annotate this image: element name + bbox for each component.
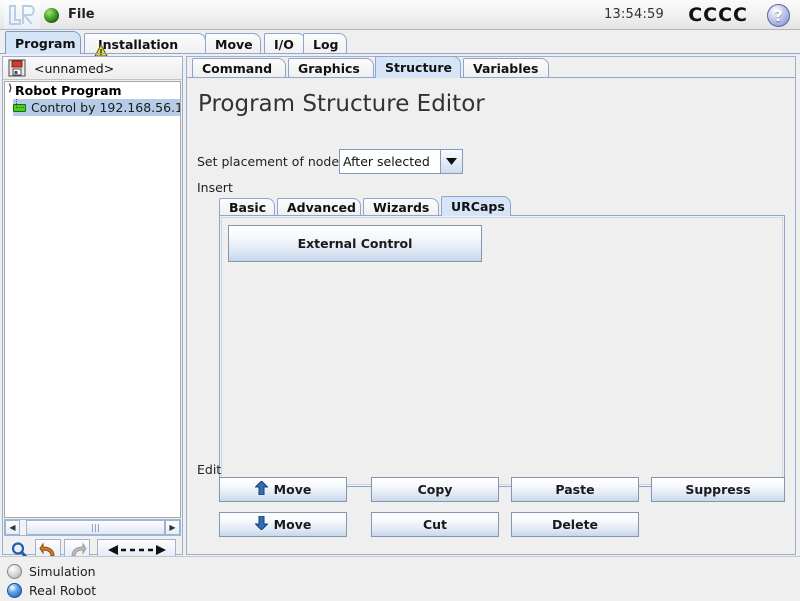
tree-node-robot-program[interactable]: ⟩ Robot Program bbox=[5, 82, 180, 99]
tab-command-label: Command bbox=[202, 61, 273, 76]
copy-label: Copy bbox=[417, 482, 453, 497]
tree-horizontal-scrollbar[interactable]: ◀ ▶ bbox=[4, 519, 181, 536]
scroll-left-icon[interactable]: ◀ bbox=[5, 520, 20, 535]
page-title: Program Structure Editor bbox=[198, 91, 485, 117]
real-robot-label: Real Robot bbox=[29, 583, 97, 598]
tab-log[interactable]: Log bbox=[303, 33, 347, 54]
tab-basic-label: Basic bbox=[229, 200, 267, 215]
real-robot-radio-dot[interactable] bbox=[7, 583, 22, 598]
placement-label: Set placement of node bbox=[197, 154, 340, 169]
simulation-label: Simulation bbox=[29, 564, 96, 579]
tab-variables-label: Variables bbox=[473, 61, 539, 76]
scroll-track[interactable] bbox=[20, 520, 165, 535]
tab-wizards-label: Wizards bbox=[373, 200, 430, 215]
move-down-button[interactable]: Move bbox=[219, 512, 347, 537]
copy-button[interactable]: Copy bbox=[371, 477, 499, 502]
ur-logo-icon bbox=[4, 1, 40, 29]
tab-move[interactable]: Move bbox=[205, 33, 261, 54]
tree-node-control-by[interactable]: Control by 192.168.56.1 bbox=[5, 99, 180, 116]
tab-graphics[interactable]: Graphics bbox=[288, 58, 374, 78]
paste-label: Paste bbox=[555, 482, 595, 497]
edit-label: Edit bbox=[197, 462, 222, 477]
bottom-bar: Simulation Real Robot bbox=[0, 557, 800, 601]
tab-installation-label: Installation bbox=[98, 36, 179, 52]
placement-dropdown[interactable]: After selected bbox=[339, 149, 464, 174]
cut-label: Cut bbox=[422, 517, 448, 532]
tab-io[interactable]: I/O bbox=[264, 33, 306, 54]
arrow-down-icon bbox=[253, 515, 269, 533]
delete-label: Delete bbox=[551, 517, 599, 532]
tab-structure-label: Structure bbox=[385, 60, 452, 75]
tab-io-label: I/O bbox=[274, 36, 294, 52]
simulation-radio-dot[interactable] bbox=[7, 564, 22, 579]
suppress-label: Suppress bbox=[685, 482, 751, 497]
move-up-label: Move bbox=[273, 482, 312, 497]
title-bar: File 13:54:59 CCCC ? bbox=[0, 0, 800, 30]
program-file-name: <unnamed> bbox=[34, 60, 115, 76]
polyscope-window: File 13:54:59 CCCC ? Program Installatio… bbox=[0, 0, 800, 601]
insert-label: Insert bbox=[197, 180, 233, 195]
tab-log-label: Log bbox=[313, 36, 339, 52]
tab-installation[interactable]: Installation bbox=[84, 33, 206, 57]
tab-program-label: Program bbox=[15, 35, 76, 51]
external-control-label: External Control bbox=[297, 236, 413, 251]
tab-advanced[interactable]: Advanced bbox=[277, 198, 361, 216]
move-up-button[interactable]: Move bbox=[219, 477, 347, 502]
brand-label: CCCC bbox=[688, 4, 748, 26]
tab-graphics-label: Graphics bbox=[298, 61, 360, 76]
save-icon[interactable] bbox=[8, 59, 26, 77]
tree-node-label: Robot Program bbox=[15, 83, 122, 98]
cut-button[interactable]: Cut bbox=[371, 512, 499, 537]
tab-urcaps-label: URCaps bbox=[451, 199, 505, 214]
tab-move-label: Move bbox=[215, 36, 253, 52]
suppress-button[interactable]: Suppress bbox=[651, 477, 785, 502]
content-panel: Command Graphics Structure Variables Pro… bbox=[186, 56, 796, 555]
tab-variables[interactable]: Variables bbox=[463, 58, 549, 78]
tab-wizards[interactable]: Wizards bbox=[363, 198, 439, 216]
chevron-down-icon[interactable] bbox=[440, 150, 463, 173]
file-menu-button[interactable]: File bbox=[64, 6, 99, 24]
tab-command[interactable]: Command bbox=[192, 58, 286, 78]
placement-row: Set placement of node After selected bbox=[197, 149, 464, 174]
arrow-up-icon bbox=[253, 480, 269, 498]
tab-basic[interactable]: Basic bbox=[219, 198, 275, 216]
program-tree-panel: <unnamed> ⟩ Robot Program Control by 192… bbox=[2, 56, 183, 561]
insert-panel: External Control bbox=[219, 215, 785, 487]
scroll-right-icon[interactable]: ▶ bbox=[165, 520, 180, 535]
tree-expander-icon[interactable]: ⟩ bbox=[8, 83, 13, 94]
placement-value: After selected bbox=[343, 154, 430, 169]
move-down-label: Move bbox=[273, 517, 312, 532]
paste-button[interactable]: Paste bbox=[511, 477, 639, 502]
help-button[interactable]: ? bbox=[767, 4, 790, 27]
file-header: <unnamed> bbox=[3, 57, 182, 80]
content-tab-bar: Command Graphics Structure Variables bbox=[187, 56, 795, 78]
scroll-thumb[interactable] bbox=[26, 520, 165, 535]
tab-program[interactable]: Program bbox=[5, 31, 81, 54]
tab-structure[interactable]: Structure bbox=[375, 56, 461, 78]
clock: 13:54:59 bbox=[604, 7, 664, 22]
external-control-button[interactable]: External Control bbox=[228, 225, 482, 262]
insert-tab-bar: Basic Advanced Wizards URCaps bbox=[219, 196, 785, 216]
status-orb-icon bbox=[44, 8, 59, 23]
main-tab-bar: Program Installation Move I/O Log bbox=[0, 31, 800, 57]
delete-button[interactable]: Delete bbox=[511, 512, 639, 537]
tree-node-label: Control by 192.168.56.1 bbox=[31, 100, 181, 115]
tab-advanced-label: Advanced bbox=[287, 200, 356, 215]
tab-urcaps[interactable]: URCaps bbox=[441, 196, 511, 216]
real-robot-radio[interactable]: Real Robot bbox=[7, 583, 96, 598]
program-tree[interactable]: ⟩ Robot Program Control by 192.168.56.1 bbox=[4, 81, 181, 518]
main-tab-underline bbox=[0, 53, 800, 54]
simulation-radio[interactable]: Simulation bbox=[7, 564, 96, 579]
